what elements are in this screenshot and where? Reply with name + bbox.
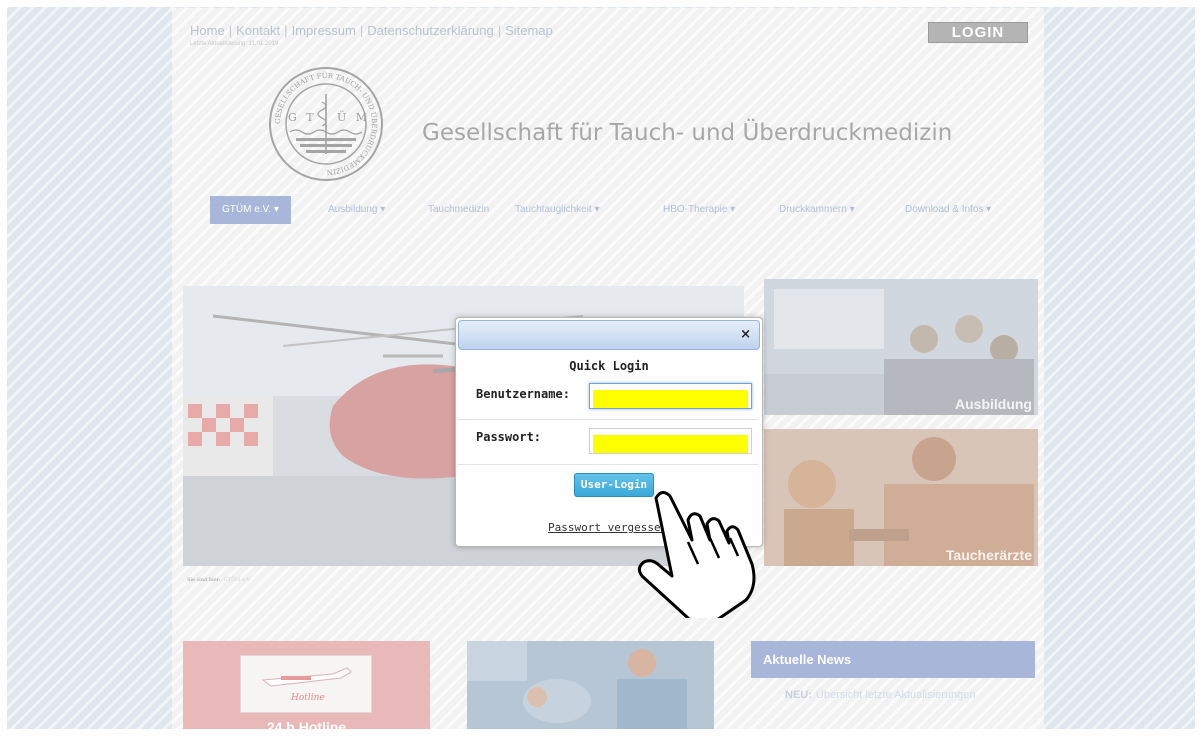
top-link-datenschutz[interactable]: Datenschutzerklärung bbox=[367, 23, 493, 38]
password-label: Passwort: bbox=[476, 430, 542, 444]
nav-item-tauchmedizin[interactable]: Tauchmedizin bbox=[428, 196, 489, 224]
username-field[interactable] bbox=[593, 389, 748, 408]
news-photo-box[interactable] bbox=[467, 641, 714, 736]
hotline-card-text: Hotline bbox=[290, 693, 325, 703]
hotline-label: 24 h Hotline bbox=[266, 719, 347, 735]
breadcrumb-prefix: Sie sind hier: bbox=[187, 577, 221, 583]
nav-item-download[interactable]: Download & Infos ▾ bbox=[905, 196, 991, 224]
news-box: Aktuelle News NEU: Übersicht letzte Aktua… bbox=[751, 641, 1035, 736]
last-update-text: Letzte Aktualisierung: 11.01.2019 bbox=[190, 41, 279, 47]
link-separator: | bbox=[284, 23, 288, 38]
news-item-text[interactable]: Übersicht letzte Aktualisierungen bbox=[816, 689, 976, 701]
tile-label-taucheraerzte: Taucherärzte bbox=[945, 547, 1032, 563]
password-field[interactable] bbox=[593, 434, 748, 453]
divider bbox=[458, 419, 758, 420]
site-title: Gesellschaft für Tauch- und Überdruckmed… bbox=[422, 120, 953, 146]
top-link-kontakt[interactable]: Kontakt bbox=[236, 23, 280, 38]
username-label: Benutzername: bbox=[476, 387, 570, 401]
nav-item-gtuem[interactable]: GTÜM e.V. ▾ bbox=[210, 196, 291, 224]
nav-item-druckkammern[interactable]: Druckkammern ▾ bbox=[779, 196, 855, 224]
gtuem-logo[interactable]: GESELLSCHAFT FÜR TAUCH- UND ÜBERDRUCKMED… bbox=[252, 66, 400, 182]
username-field-wrapper bbox=[589, 383, 752, 409]
tile-label-ausbildung: Ausbildung bbox=[955, 396, 1032, 412]
top-link-impressum[interactable]: Impressum bbox=[292, 23, 356, 38]
nav-item-tauchtauglichkeit[interactable]: Tauchtauglichkeit ▾ bbox=[515, 196, 600, 224]
link-separator: | bbox=[228, 23, 233, 38]
link-separator: | bbox=[359, 23, 364, 38]
hotline-card-image: Hotline bbox=[240, 655, 372, 713]
breadcrumb-current[interactable]: GTÜM e.V. bbox=[224, 577, 251, 583]
close-icon[interactable]: × bbox=[740, 327, 751, 342]
news-item-badge: NEU: bbox=[785, 689, 812, 701]
dialog-titlebar[interactable]: × bbox=[458, 320, 760, 350]
dialog-title: Quick Login bbox=[569, 359, 649, 373]
top-link-sitemap[interactable]: Sitemap bbox=[505, 23, 553, 38]
nav-item-hbo-therapie[interactable]: HBO-Therapie ▾ bbox=[663, 196, 735, 224]
hand-pointer-icon bbox=[626, 478, 766, 626]
nav-item-ausbildung[interactable]: Ausbildung ▾ bbox=[328, 196, 385, 224]
top-link-home[interactable]: Home bbox=[190, 23, 225, 38]
top-links: Home | Kontakt | Impressum | Datenschutzerklär… bbox=[190, 23, 553, 38]
divider bbox=[458, 464, 758, 465]
breadcrumb: Sie sind hier: GTÜM e.V. bbox=[187, 577, 251, 583]
login-button[interactable]: LOGIN bbox=[928, 22, 1028, 43]
logo-letters-left: G T bbox=[288, 111, 317, 124]
tile-taucheraerzte[interactable]: Taucherärzte bbox=[764, 429, 1038, 566]
link-separator: | bbox=[497, 23, 502, 38]
tile-ausbildung[interactable]: Ausbildung bbox=[764, 279, 1038, 415]
password-field-wrapper bbox=[589, 428, 752, 454]
news-header: Aktuelle News bbox=[751, 641, 1035, 678]
hotline-box[interactable]: Hotline 24 h Hotline bbox=[183, 641, 430, 736]
logo-letters-right: Ü M bbox=[337, 110, 370, 124]
news-item[interactable]: NEU: Übersicht letzte Aktualisierungen bbox=[785, 689, 975, 701]
